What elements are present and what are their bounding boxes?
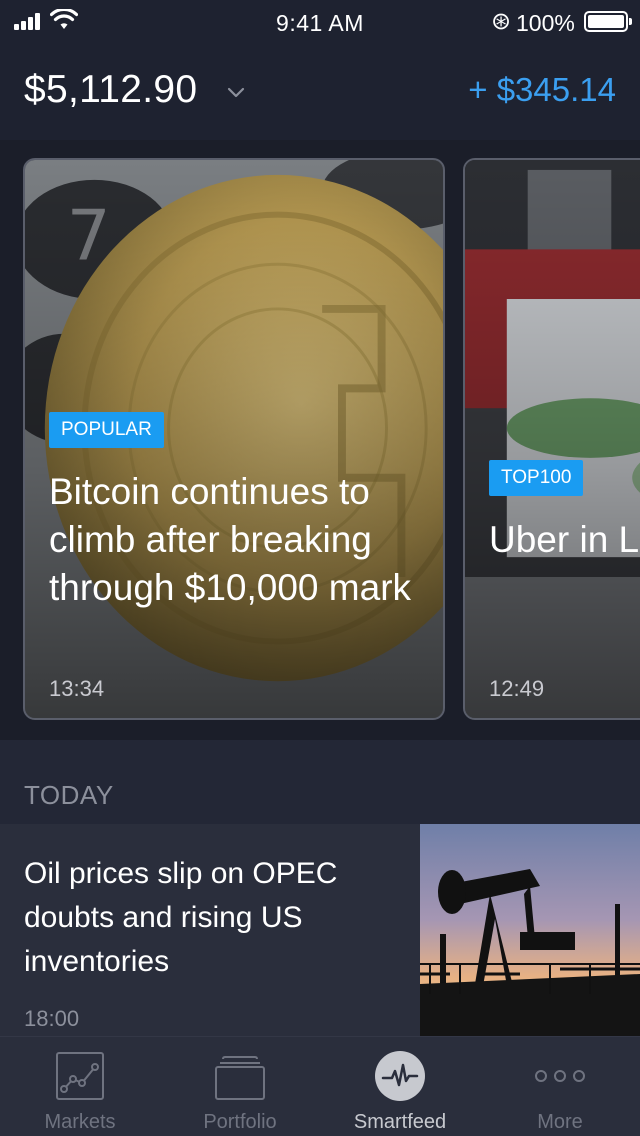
- tab-label: Smartfeed: [353, 1111, 447, 1133]
- tab-label: More: [537, 1111, 583, 1133]
- tab-portfolio[interactable]: Portfolio: [160, 1037, 320, 1136]
- featured-title: Bitcoin continues to climb after breakin…: [49, 471, 412, 608]
- news-time: 18:00: [24, 1006, 80, 1031]
- battery-icon: [584, 11, 632, 32]
- chart-icon: [56, 1052, 104, 1100]
- section-header-today: TODAY: [24, 780, 114, 810]
- featured-card[interactable]: TOP100 Uber in London war about immigrat…: [463, 158, 640, 720]
- bluetooth-icon: ⊛: [491, 8, 512, 35]
- oil-pump-image: [420, 824, 640, 1036]
- featured-card[interactable]: 7 POPULAR Bitcoin continues to climb aft…: [23, 158, 445, 720]
- status-bar: 9:41 AM ⊛ 100%: [0, 0, 640, 44]
- tab-label: Markets: [44, 1111, 116, 1133]
- tab-smartfeed[interactable]: Smartfeed: [320, 1037, 480, 1136]
- tag-badge: TOP100: [489, 460, 584, 496]
- news-title: Oil prices slip on OPEC doubts and risin…: [24, 857, 338, 978]
- tab-markets[interactable]: Markets: [0, 1037, 160, 1136]
- featured-carousel[interactable]: 7 POPULAR Bitcoin continues to climb aft…: [0, 140, 640, 740]
- portfolio-header: $5,112.90 + $345.14: [0, 44, 640, 140]
- portfolio-change: + $345.14: [468, 71, 616, 108]
- tag-badge: POPULAR: [49, 412, 164, 448]
- featured-time: 12:49: [489, 676, 545, 701]
- featured-title: Uber in London war about immigrat: [489, 519, 640, 560]
- street-car-image: [465, 160, 640, 718]
- tab-more[interactable]: More: [480, 1037, 640, 1136]
- portfolio-balance[interactable]: $5,112.90: [24, 68, 197, 112]
- more-dots-icon: [535, 1070, 585, 1082]
- battery-percent: 100%: [516, 10, 575, 36]
- briefcase-icon: [215, 1056, 265, 1100]
- pulse-icon: [375, 1051, 425, 1101]
- bottom-tab-bar: Markets Portfolio Smartfeed More: [0, 1036, 640, 1136]
- chevron-down-icon[interactable]: [224, 80, 248, 104]
- featured-time: 13:34: [49, 676, 105, 701]
- news-list-item[interactable]: Oil prices slip on OPEC doubts and risin…: [0, 824, 640, 1036]
- tab-label: Portfolio: [203, 1111, 277, 1133]
